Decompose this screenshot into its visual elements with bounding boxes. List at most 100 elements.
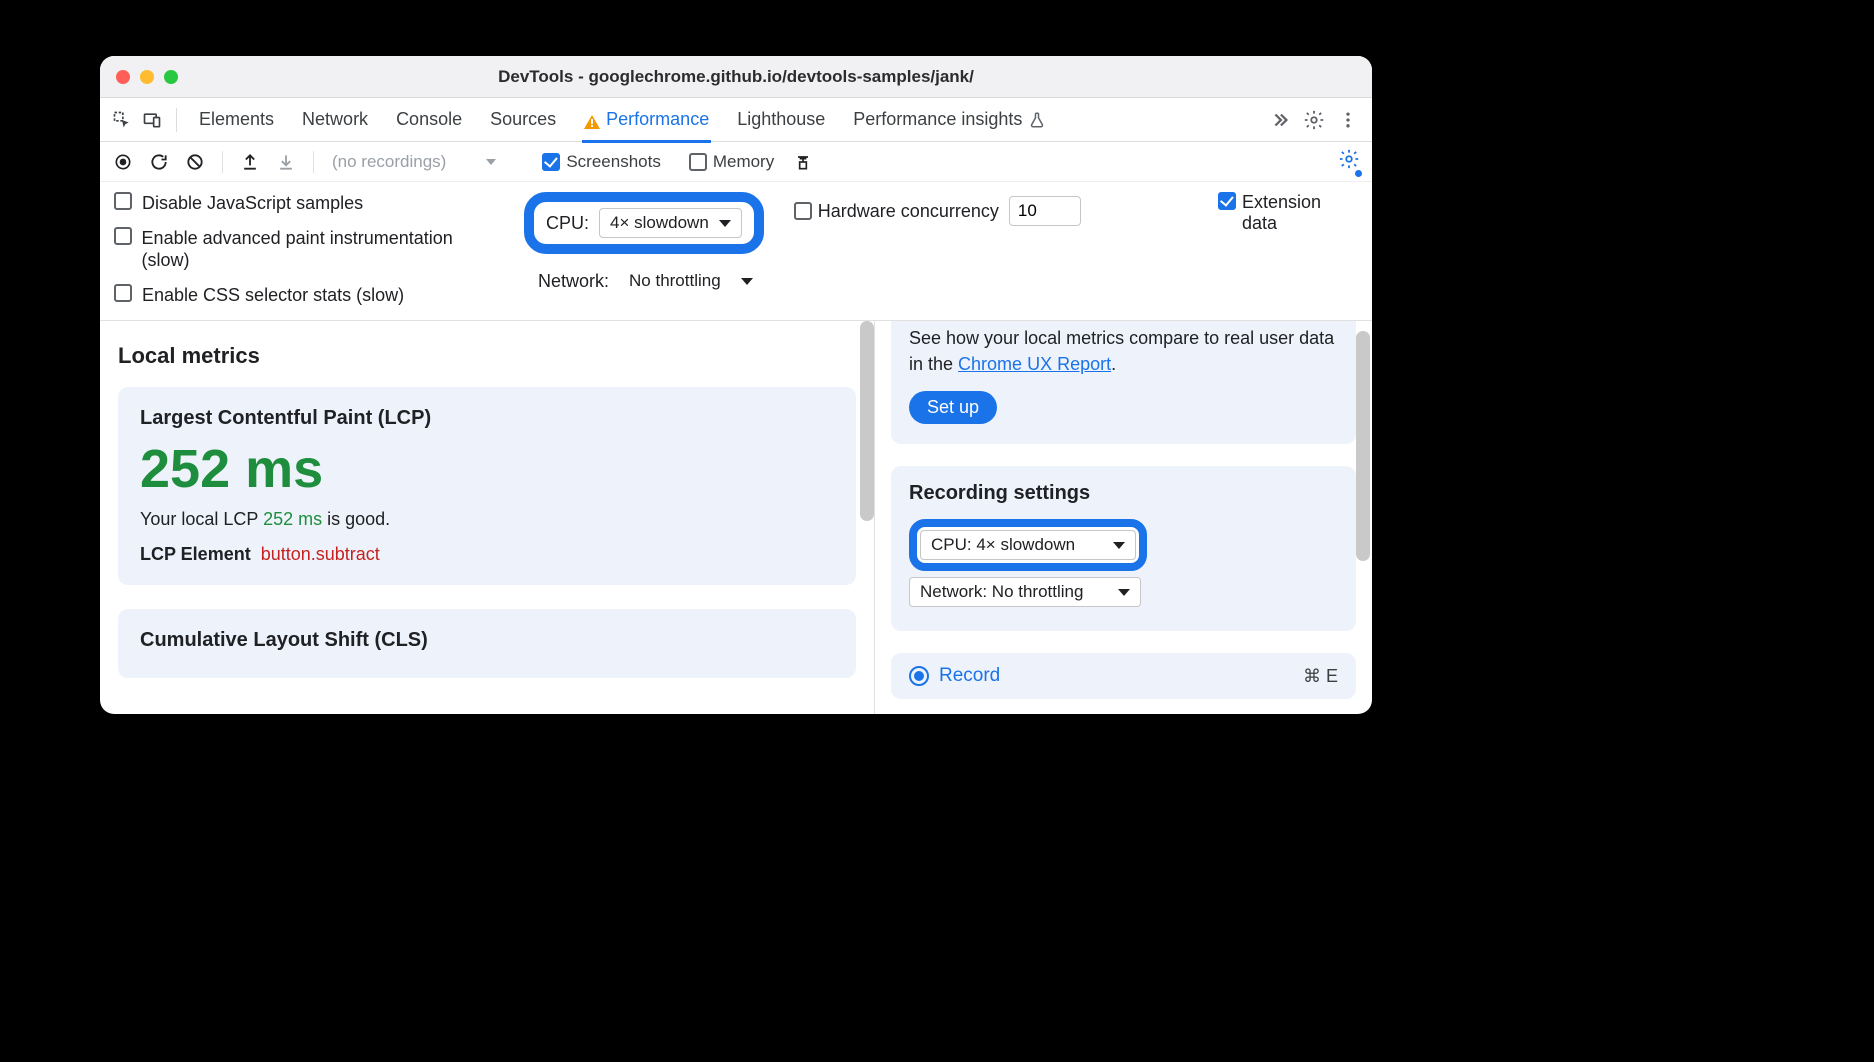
tabs-right-controls xyxy=(1266,108,1362,132)
tab-performance-insights[interactable]: Performance insights xyxy=(853,98,1046,142)
enable-css-selector-stats-checkbox[interactable]: Enable CSS selector stats (slow) xyxy=(114,284,494,307)
tab-network[interactable]: Network xyxy=(302,98,368,142)
recordings-label: (no recordings) xyxy=(332,152,446,172)
extension-data-checkbox[interactable]: Extension data xyxy=(1218,192,1352,234)
reload-icon[interactable] xyxy=(146,149,172,175)
enable-paint-instrumentation-checkbox[interactable]: Enable advanced paint instrumentation (s… xyxy=(114,227,494,272)
network-throttling-select[interactable]: No throttling xyxy=(619,266,763,296)
devtools-window: { "titlebar": { "title": "DevTools - goo… xyxy=(100,56,1372,714)
record-button[interactable]: Record xyxy=(909,665,1000,687)
field-data-card: See how your local metrics compare to re… xyxy=(891,321,1356,444)
download-icon[interactable] xyxy=(273,149,299,175)
set-up-button[interactable]: Set up xyxy=(909,391,997,424)
tab-performance[interactable]: Performance xyxy=(584,98,709,142)
kebab-icon[interactable] xyxy=(1334,108,1362,132)
close-window-button[interactable] xyxy=(116,70,130,84)
tab-label: Elements xyxy=(199,109,274,130)
cpu-label: CPU: xyxy=(546,213,589,234)
lcp-element-value[interactable]: button.subtract xyxy=(261,544,380,564)
record-icon xyxy=(909,666,929,686)
record-card: Record ⌘ E xyxy=(891,653,1356,699)
chevron-down-icon xyxy=(1118,589,1130,596)
hardware-concurrency-input[interactable] xyxy=(1009,196,1081,226)
recordings-dropdown[interactable]: (no recordings) xyxy=(332,152,496,172)
side-pane: See how your local metrics compare to re… xyxy=(874,321,1372,714)
device-toggle-icon[interactable] xyxy=(140,108,164,132)
cpu-throttling-select-side[interactable]: CPU: 4× slowdown xyxy=(920,530,1136,560)
more-tabs-icon[interactable] xyxy=(1266,108,1294,132)
tab-lighthouse[interactable]: Lighthouse xyxy=(737,98,825,142)
text: Your local LCP xyxy=(140,509,263,529)
tab-label: Performance insights xyxy=(853,109,1022,130)
lcp-title: Largest Contentful Paint (LCP) xyxy=(140,407,834,430)
memory-checkbox[interactable]: Memory xyxy=(689,152,774,172)
inspect-icon[interactable] xyxy=(110,108,134,132)
divider xyxy=(176,108,177,132)
recording-settings-heading: Recording settings xyxy=(909,482,1338,505)
lcp-element-label: LCP Element xyxy=(140,544,251,564)
checkbox-icon xyxy=(689,153,707,171)
tab-sources[interactable]: Sources xyxy=(490,98,556,142)
disable-js-samples-checkbox[interactable]: Disable JavaScript samples xyxy=(114,192,494,215)
mac-traffic-lights xyxy=(116,70,178,84)
checkbox-label: Hardware concurrency xyxy=(818,201,999,222)
cls-card: Cumulative Layout Shift (CLS) xyxy=(118,609,856,678)
minimize-window-button[interactable] xyxy=(140,70,154,84)
chevron-down-icon xyxy=(741,278,753,285)
chevron-down-icon xyxy=(1113,542,1125,549)
clear-icon[interactable] xyxy=(182,149,208,175)
network-throttling-select-side[interactable]: Network: No throttling xyxy=(909,577,1141,607)
select-value: Network: No throttling xyxy=(920,582,1083,602)
upload-icon[interactable] xyxy=(237,149,263,175)
checkbox-label: Extension data xyxy=(1242,192,1352,234)
devtools-tabs-row: Elements Network Console Sources Perform… xyxy=(100,98,1372,142)
checkbox-icon xyxy=(114,192,132,210)
checkbox-label: Screenshots xyxy=(566,152,661,172)
scrollbar[interactable] xyxy=(1356,331,1370,561)
divider xyxy=(313,151,314,173)
select-value: No throttling xyxy=(629,271,721,291)
tab-label: Lighthouse xyxy=(737,109,825,130)
text: . xyxy=(1111,354,1116,374)
lcp-element-row: LCP Element button.subtract xyxy=(140,544,834,565)
lcp-card: Largest Contentful Paint (LCP) 252 ms Yo… xyxy=(118,387,856,585)
chrome-ux-report-link[interactable]: Chrome UX Report xyxy=(958,354,1111,374)
tab-label: Console xyxy=(396,109,462,130)
collect-garbage-icon[interactable] xyxy=(790,149,816,175)
cpu-throttling-highlight: CPU: 4× slowdown xyxy=(524,192,764,254)
checkbox-icon xyxy=(114,284,132,302)
tab-console[interactable]: Console xyxy=(396,98,462,142)
network-label: Network: xyxy=(538,271,609,292)
tab-label: Sources xyxy=(490,109,556,130)
cpu-throttling-select[interactable]: 4× slowdown xyxy=(599,208,742,238)
chevron-down-icon xyxy=(486,159,496,165)
checkbox-label: Enable CSS selector stats (slow) xyxy=(142,284,404,307)
lcp-description: Your local LCP 252 ms is good. xyxy=(140,509,834,530)
capture-settings-panel: Disable JavaScript samples Enable advanc… xyxy=(100,182,1372,321)
metrics-pane: Local metrics Largest Contentful Paint (… xyxy=(100,321,874,714)
zoom-window-button[interactable] xyxy=(164,70,178,84)
text: is good. xyxy=(322,509,390,529)
scrollbar[interactable] xyxy=(860,321,874,521)
checkbox-label: Enable advanced paint instrumentation (s… xyxy=(142,227,494,272)
checkbox-icon xyxy=(542,153,560,171)
lcp-value: 252 ms xyxy=(140,440,834,499)
warning-icon xyxy=(584,113,600,127)
recording-settings-card: Recording settings CPU: 4× slowdown Netw… xyxy=(891,466,1356,631)
record-shortcut: ⌘ E xyxy=(1303,666,1338,687)
checkbox-label: Disable JavaScript samples xyxy=(142,192,363,215)
hardware-concurrency-checkbox[interactable]: Hardware concurrency xyxy=(794,201,999,222)
tab-elements[interactable]: Elements xyxy=(199,98,274,142)
checkbox-label: Memory xyxy=(713,152,774,172)
gear-icon[interactable] xyxy=(1300,108,1328,132)
tab-label: Network xyxy=(302,109,368,130)
field-data-text: See how your local metrics compare to re… xyxy=(909,325,1338,377)
local-metrics-heading: Local metrics xyxy=(118,343,856,369)
screenshots-checkbox[interactable]: Screenshots xyxy=(542,152,661,172)
capture-settings-gear-icon[interactable] xyxy=(1336,149,1362,175)
tab-label: Performance xyxy=(606,109,709,130)
flask-icon xyxy=(1028,111,1046,129)
panel-tabs: Elements Network Console Sources Perform… xyxy=(199,98,1260,142)
record-icon[interactable] xyxy=(110,149,136,175)
select-value: CPU: 4× slowdown xyxy=(931,535,1075,555)
